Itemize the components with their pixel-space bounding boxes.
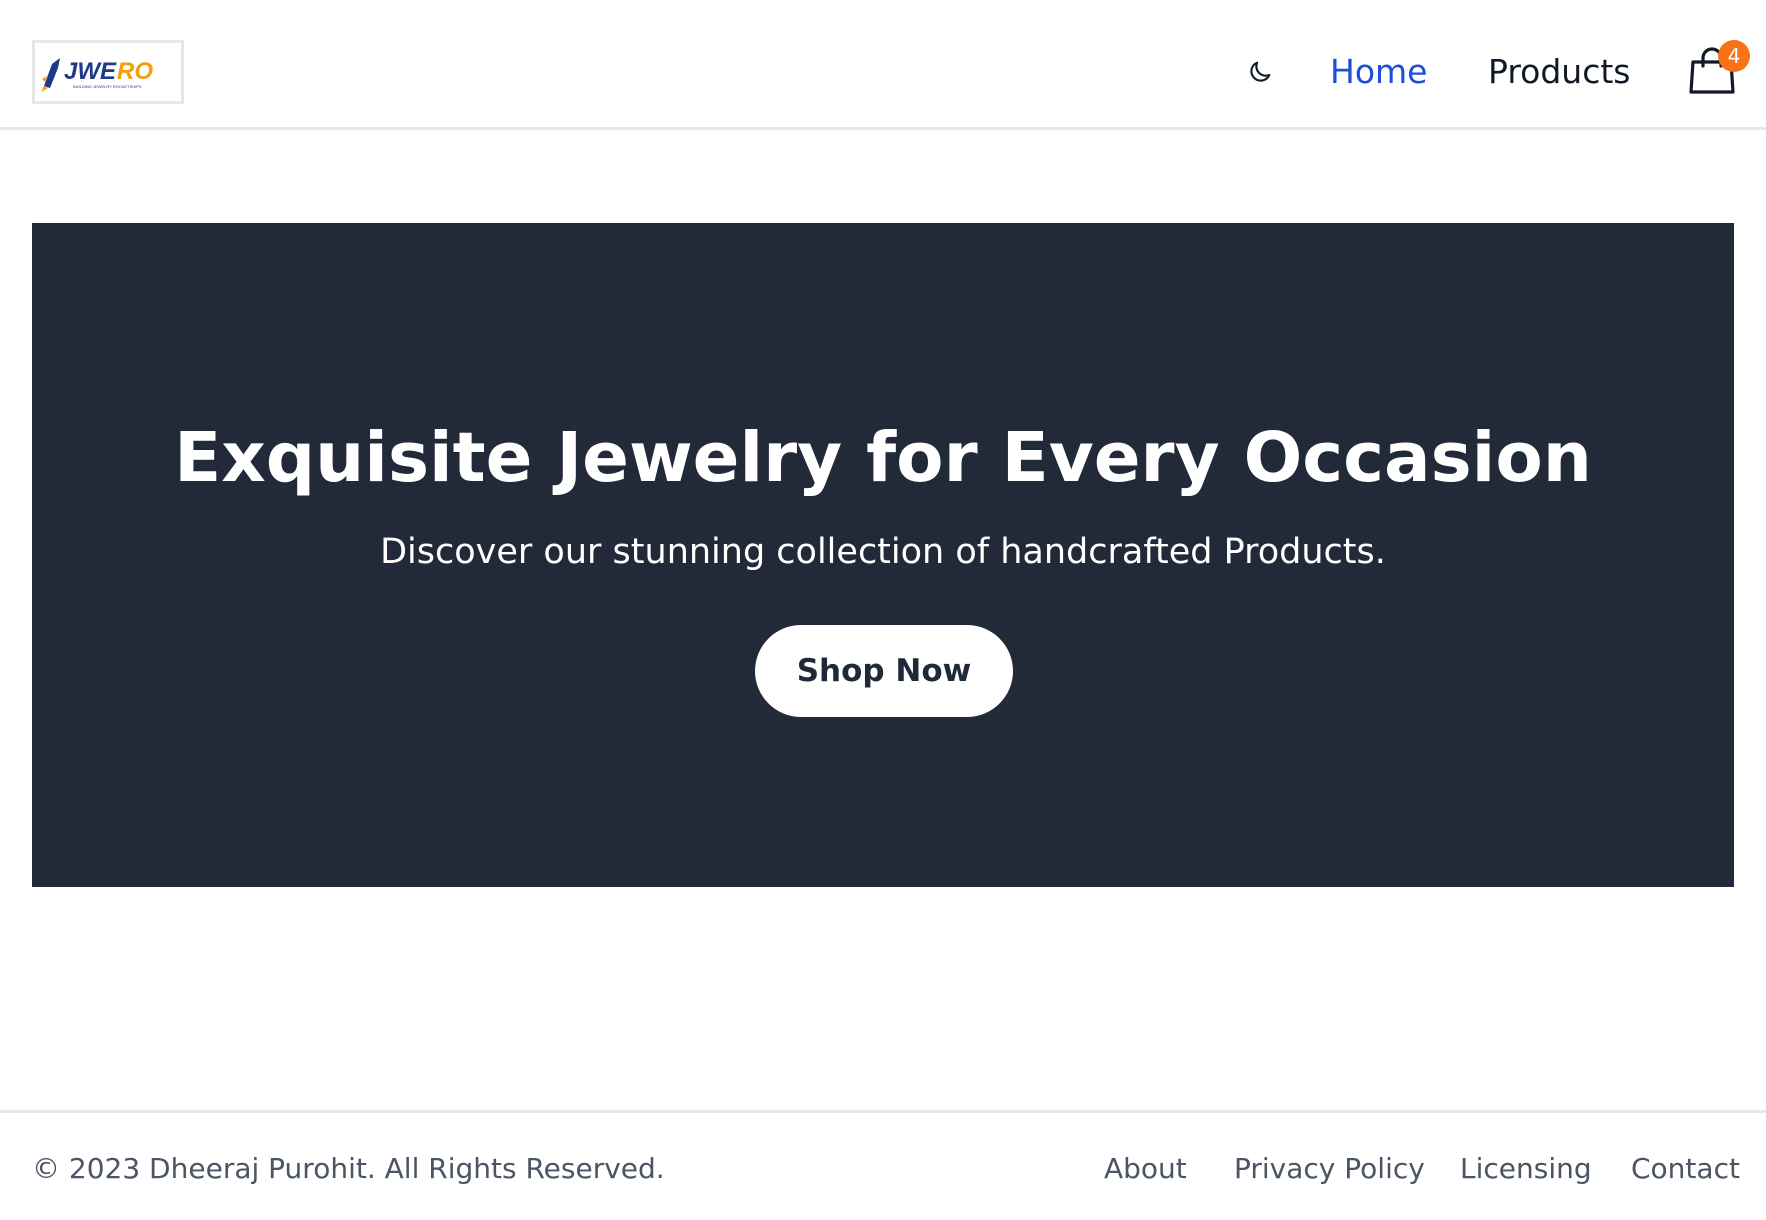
hero-subtitle: Discover our stunning collection of hand…: [380, 532, 1386, 572]
logo-graphic: JWE RO BUILDING JEWELRY ROCKETSHIPS: [41, 58, 153, 92]
logo-text-dark: JWE: [64, 58, 117, 85]
footer-link-licensing[interactable]: Licensing: [1460, 1149, 1592, 1189]
nav-home-link[interactable]: Home: [1330, 50, 1427, 94]
site-footer: © 2023 Dheeraj Purohit. All Rights Reser…: [0, 1110, 1766, 1220]
site-header: JWE RO BUILDING JEWELRY ROCKETSHIPS Home…: [0, 0, 1766, 130]
page: JWE RO BUILDING JEWELRY ROCKETSHIPS Home…: [0, 0, 1766, 1220]
cart-count-badge: 4: [1718, 40, 1750, 72]
logo-text-accent: RO: [117, 58, 153, 85]
footer-link-about[interactable]: About: [1104, 1149, 1187, 1189]
footer-link-privacy-policy[interactable]: Privacy Policy: [1234, 1149, 1425, 1189]
hero-banner: Exquisite Jewelry for Every Occasion Dis…: [32, 223, 1734, 887]
nav-products-link[interactable]: Products: [1488, 50, 1631, 94]
brand-logo[interactable]: JWE RO BUILDING JEWELRY ROCKETSHIPS: [32, 40, 184, 104]
footer-link-contact[interactable]: Contact: [1631, 1149, 1740, 1189]
hero-title: Exquisite Jewelry for Every Occasion: [174, 418, 1592, 498]
copyright-text: © 2023 Dheeraj Purohit. All Rights Reser…: [32, 1152, 665, 1185]
logo-tagline: BUILDING JEWELRY ROCKETSHIPS: [73, 84, 142, 89]
moon-icon[interactable]: [1246, 58, 1274, 86]
shop-now-button[interactable]: Shop Now: [755, 625, 1013, 717]
